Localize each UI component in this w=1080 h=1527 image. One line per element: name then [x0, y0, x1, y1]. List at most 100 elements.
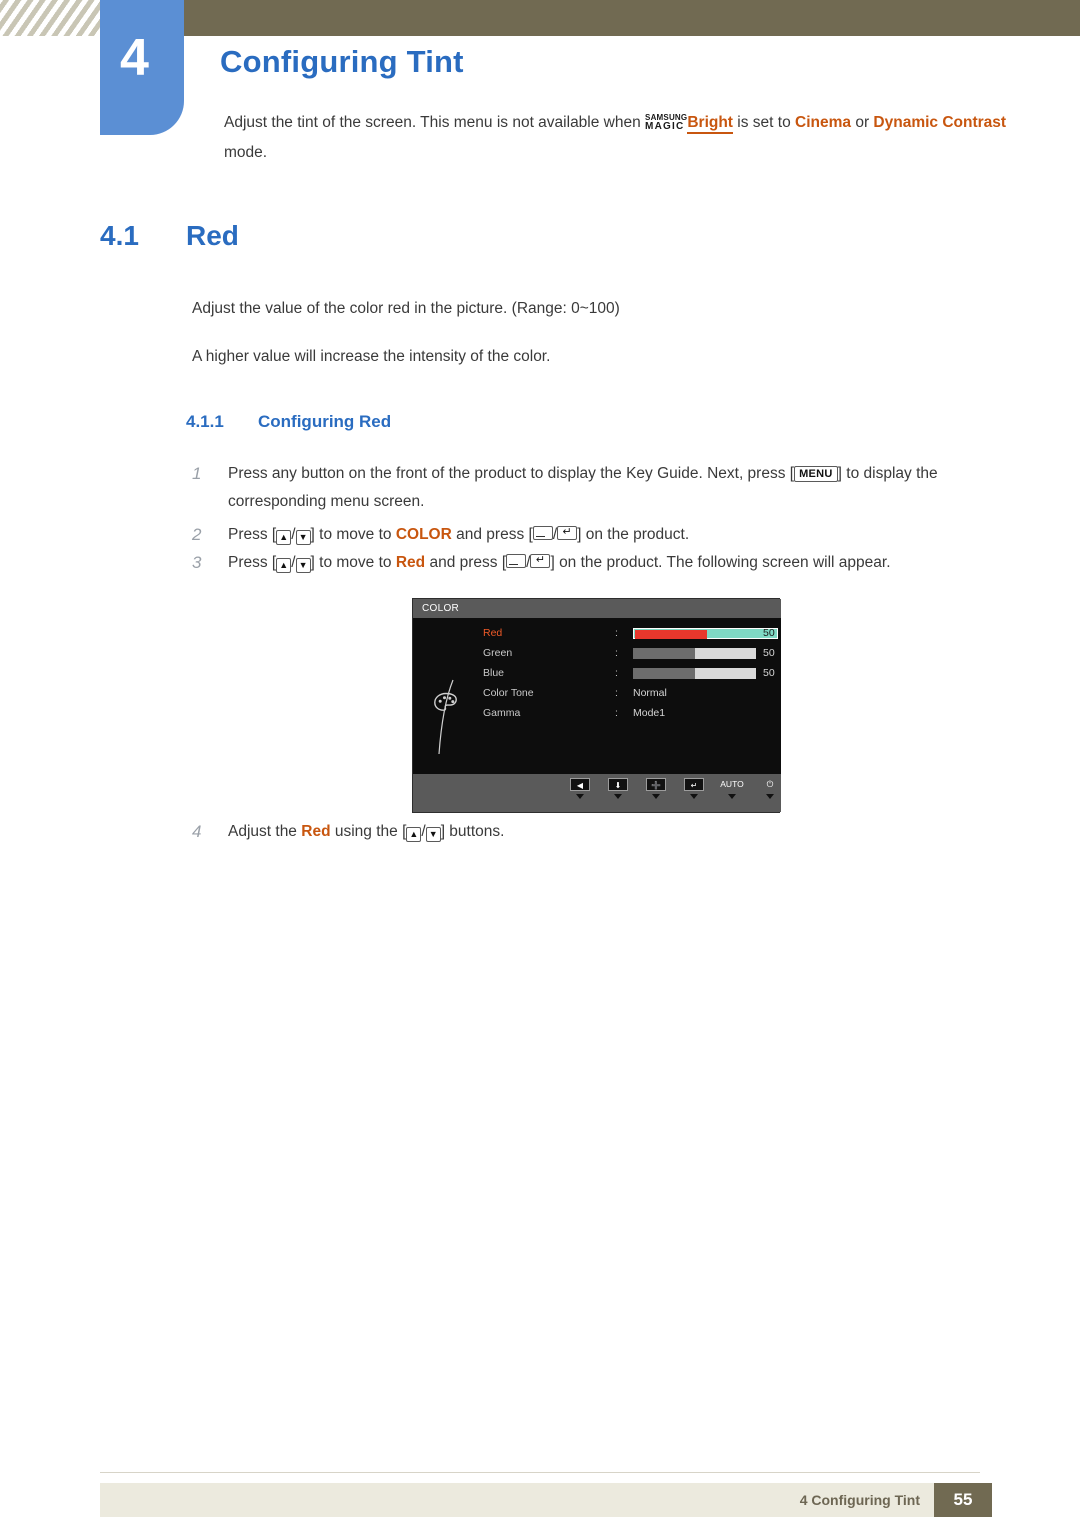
osd-row-red-label: Red [483, 627, 503, 639]
enter-icon: ↵ [684, 778, 704, 791]
osd-row-blue-value: 50 [763, 667, 775, 679]
osd-down-button[interactable]: ⬇ [603, 778, 633, 799]
button-pointer-icon [652, 794, 660, 799]
osd-row-gamma[interactable]: Gamma : Mode1 [473, 705, 781, 725]
step-4-target-red: Red [301, 823, 331, 840]
step-3: 3 Press [▲ / ▼] to move to Red and press [… [192, 549, 1012, 577]
chapter-number: 4 [120, 29, 149, 87]
osd-row-blue-slider[interactable] [633, 668, 756, 679]
step-4-text: Adjust the Red using the [▲ / ▼] buttons. [228, 818, 1012, 846]
osd-auto-button[interactable]: AUTO [717, 778, 747, 799]
step-3-target-red: Red [395, 554, 426, 571]
step-4-text-d: ] buttons. [440, 823, 505, 840]
menu-key-icon: MENU [794, 466, 838, 482]
left-key-icon [532, 526, 553, 540]
arrow-down-icon: ▼ [295, 558, 311, 573]
footer-page-number: 55 [934, 1483, 992, 1517]
osd-row-gamma-colon: : [615, 707, 618, 719]
osd-row-red[interactable]: Red : 50 [473, 625, 781, 645]
step-2-slash-1: / [291, 526, 296, 543]
arrow-down-icon: ▼ [295, 530, 311, 545]
osd-row-gamma-value: Mode1 [633, 707, 666, 719]
step-2-index: 2 [192, 525, 202, 544]
osd-menu-rows: Red : 50 Green : 50 Blue : 50 Color Tone [473, 625, 781, 725]
subsection-title: Configuring Red [258, 412, 392, 431]
osd-back-button[interactable]: ◀ [565, 778, 595, 799]
step-2-text-d: and press [ [451, 526, 533, 543]
down-icon: ⬇ [608, 778, 628, 791]
step-2: 2 Press [▲ / ▼] to move to COLOR and press… [192, 521, 1012, 549]
osd-row-green-colon: : [615, 647, 618, 659]
osd-row-green-value: 50 [763, 647, 775, 659]
subsection-number: 4.1.1 [186, 412, 224, 431]
enter-key-icon [530, 554, 551, 568]
osd-adjust-button[interactable]: ➕ [641, 778, 671, 799]
step-3-text-c: ] to move to [310, 554, 396, 571]
osd-row-gamma-label: Gamma [483, 707, 521, 719]
arrow-up-icon: ▲ [276, 530, 292, 545]
footer-divider [100, 1472, 980, 1473]
step-1-index: 1 [192, 464, 202, 483]
section-title: Red [186, 220, 239, 251]
osd-row-red-value: 50 [763, 627, 775, 639]
osd-screenshot: COLOR Red : 50 Green : 50 Blue: 50 Colo… [412, 598, 781, 813]
chapter-badge: 4 [100, 0, 184, 135]
step-4-text-a: Adjust the [228, 823, 302, 840]
magic-logo-magic: MAGIC [645, 121, 685, 132]
step-3-text-d: and press [ [425, 554, 507, 571]
osd-title-bar: COLOR [413, 599, 781, 618]
osd-row-color-tone[interactable]: Color Tone : Normal [473, 685, 781, 705]
intro-dynamic-contrast-label: Dynamic Contrast [873, 114, 1007, 131]
step-4: 4 Adjust the Red using the [▲ / ▼] buttons… [192, 818, 1012, 846]
step-3-text-f: ] on the product. The following screen w… [550, 554, 891, 571]
arrow-up-icon: ▲ [276, 558, 292, 573]
section-paragraph-2: A higher value will increase the intensi… [192, 348, 551, 365]
button-pointer-icon [576, 794, 584, 799]
osd-row-blue[interactable]: Blue : 50 [473, 665, 781, 685]
osd-row-green[interactable]: Green : 50 [473, 645, 781, 665]
step-4-text-b: using the [ [330, 823, 407, 840]
step-2-text-f: ] on the product. [577, 526, 690, 543]
magicbright-label: Bright [687, 114, 733, 134]
auto-label: AUTO [720, 779, 744, 789]
osd-row-green-slider-fill [633, 648, 695, 659]
button-pointer-icon [728, 794, 736, 799]
arrow-up-icon: ▲ [406, 827, 422, 842]
step-2-target-color: COLOR [395, 526, 452, 543]
power-icon: ⏻ [766, 779, 774, 789]
osd-power-button[interactable]: ⏻ [755, 778, 785, 799]
step-1-text-a: Press any button on the front of the pro… [228, 465, 795, 482]
osd-row-red-colon: : [615, 627, 618, 639]
intro-text-part3: mode. [224, 144, 268, 161]
left-key-icon [506, 554, 527, 568]
step-3-slash-1: / [291, 554, 296, 571]
osd-row-blue-label: Blue [483, 667, 505, 679]
osd-row-blue-slider-fill [633, 668, 695, 679]
intro-or-label: or [851, 114, 874, 131]
osd-enter-button[interactable]: ↵ [679, 778, 709, 799]
step-3-text: Press [▲/▼] to move to Red and press [/]… [228, 549, 1012, 577]
intro-text-part1: Adjust the tint of the screen. This menu… [224, 114, 646, 131]
chapter-intro-text: Adjust the tint of the screen. This menu… [224, 108, 1014, 168]
osd-icon-column [413, 618, 473, 776]
step-2-text: Press [▲ / ▼] to move to COLOR and press [… [228, 521, 1012, 549]
plus-icon: ➕ [646, 778, 666, 791]
osd-row-color-tone-label: Color Tone [483, 687, 534, 699]
hatch-decoration [0, 0, 100, 36]
button-pointer-icon [690, 794, 698, 799]
osd-row-red-slider[interactable] [633, 628, 778, 639]
footer-chapter-label: 4 Configuring Tint [799, 1492, 920, 1508]
arrow-down-icon: ▼ [425, 827, 441, 842]
chapter-title: Configuring Tint [220, 44, 464, 79]
osd-row-blue-colon: : [615, 667, 618, 679]
step-2-text-c: ] to move to [310, 526, 396, 543]
button-pointer-icon [614, 794, 622, 799]
step-4-index: 4 [192, 822, 202, 841]
intro-text-part2: is set to [732, 114, 796, 131]
enter-key-icon [557, 526, 578, 540]
osd-button-bar: ◀ ⬇ ➕ ↵ AUTO ⏻ [413, 774, 781, 812]
intro-cinema-label: Cinema [795, 114, 852, 131]
step-1-text: Press any button on the front of the pro… [228, 460, 1012, 516]
button-pointer-icon [766, 794, 774, 799]
osd-row-green-slider[interactable] [633, 648, 756, 659]
